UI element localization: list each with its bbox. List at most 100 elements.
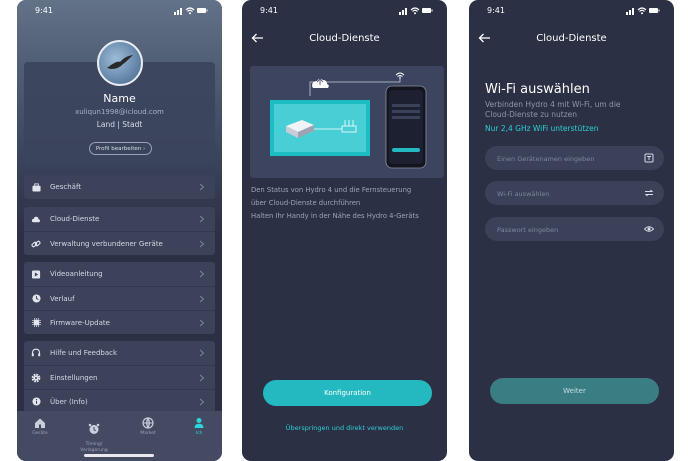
link-icon: [31, 239, 41, 249]
signal-wifi-battery-icon: [174, 7, 208, 15]
menu-group-business: Geschäft: [24, 175, 215, 199]
chevron-right-icon: [199, 295, 205, 303]
nav-label: Timing/ Verlagerung: [80, 442, 108, 453]
nav-me[interactable]: Ich: [179, 417, 219, 436]
status-time: 9:41: [487, 6, 505, 15]
chevron-right-icon: ›: [142, 146, 146, 152]
menu-item-cloud-services[interactable]: Cloud-Dienste: [24, 207, 215, 231]
edit-profile-label: Profil bearbeiten: [95, 146, 142, 152]
chevron-right-icon: [199, 240, 205, 248]
smartphone-image: [385, 85, 427, 169]
nav-label: Geräte: [32, 431, 48, 436]
eye-icon[interactable]: [644, 224, 654, 234]
edit-profile-button[interactable]: Profil bearbeiten ›: [89, 142, 152, 155]
chevron-right-icon: [199, 349, 205, 357]
text-field-icon: [644, 153, 654, 163]
status-time: 9:41: [35, 6, 53, 15]
menu-label: Geschäft: [50, 183, 82, 191]
nav-label: Ich: [195, 431, 203, 436]
menu-label: Verlauf: [50, 294, 75, 303]
wifi-subtitle-line-2: Cloud-Dienste zu nutzen: [485, 110, 578, 119]
status-bar: 9:41: [242, 0, 447, 22]
play-video-icon: [31, 269, 41, 279]
signal-wifi-battery-icon: [399, 7, 433, 15]
headset-icon: [31, 348, 41, 358]
password-input[interactable]: [495, 217, 639, 243]
description-line-3: Halten Ihr Handy in der Nähe des Hydro 4…: [251, 212, 419, 220]
chevron-right-icon: [199, 398, 205, 406]
menu-label: Firmware-Update: [50, 318, 110, 327]
device-name-input[interactable]: [495, 146, 639, 172]
password-field: [485, 217, 664, 243]
status-bar: 9:41: [469, 0, 674, 22]
chevron-right-icon: [199, 270, 205, 278]
menu-group-media: Videoanleitung Verlauf Firmware-Update: [24, 262, 215, 334]
cloud-services-screen: 9:41 Cloud-Dienste Den Status von Hydro …: [242, 0, 447, 461]
swap-arrows-icon[interactable]: [644, 188, 654, 198]
gear-icon: [31, 373, 41, 383]
status-bar: 9:41: [17, 0, 222, 22]
menu-item-about[interactable]: Über (Info): [24, 389, 215, 413]
alarm-clock-icon: [88, 423, 100, 434]
cloud-icon: [31, 214, 41, 224]
profile-email: xuliqun1998@icloud.com: [75, 108, 164, 116]
menu-item-business[interactable]: Geschäft: [24, 175, 215, 199]
wifi-heading: Wi-Fi auswählen: [485, 82, 590, 97]
wifi-subtitle-line-1: Verbinden Hydro 4 mit Wi-Fi, um die: [485, 100, 621, 109]
menu-item-settings[interactable]: Einstellungen: [24, 365, 215, 389]
cloud-illustration: [250, 66, 444, 178]
menu-item-help-feedback[interactable]: Hilfe und Feedback: [24, 341, 215, 365]
info-icon: [31, 397, 41, 407]
navigation-header: Cloud-Dienste: [242, 28, 447, 50]
menu-label: Hilfe und Feedback: [50, 349, 118, 357]
page-title: Cloud-Dienste: [536, 33, 607, 44]
menu-item-video-guide[interactable]: Videoanleitung: [24, 262, 215, 286]
status-time: 9:41: [260, 6, 278, 15]
device-connection-image: [270, 72, 427, 169]
skip-link[interactable]: Überspringen und direkt verwenden: [242, 424, 447, 432]
menu-label: Cloud-Dienste: [50, 215, 100, 223]
clock-icon: [31, 294, 41, 304]
nav-devices[interactable]: Geräte: [20, 417, 60, 436]
navigation-header: Cloud-Dienste: [469, 28, 674, 50]
avatar[interactable]: [97, 40, 143, 86]
menu-label: Verwaltung verbundener Geräte: [50, 239, 163, 248]
briefcase-icon: [31, 182, 41, 192]
wifi-select-field[interactable]: [485, 181, 664, 207]
chevron-right-icon: [199, 374, 205, 382]
profile-location: Land | Stadt: [96, 120, 143, 129]
menu-label: Einstellungen: [50, 373, 98, 382]
nav-label: Market: [140, 431, 156, 436]
bottom-navigation: Geräte Timing/ Verlagerung Market Ich: [17, 411, 222, 461]
wifi-select-screen: 9:41 Cloud-Dienste Wi-Fi auswählen Verbi…: [469, 0, 674, 461]
home-icon: [35, 418, 45, 428]
chevron-right-icon: [199, 319, 205, 327]
description-line-1: Den Status von Hydro 4 und die Fernsteue…: [251, 186, 412, 194]
globe-icon: [142, 417, 154, 429]
menu-group-support: Hilfe und Feedback Einstellungen Über (I…: [24, 341, 215, 413]
menu-item-firmware-update[interactable]: Firmware-Update: [24, 310, 215, 334]
bird-image: [107, 55, 133, 69]
next-button[interactable]: Weiter: [490, 378, 659, 404]
nav-market[interactable]: Market: [128, 417, 168, 436]
nav-timing[interactable]: Timing/ Verlagerung: [74, 417, 114, 453]
description-line-2: über Cloud-Dienste durchführen: [251, 199, 361, 207]
menu-label: Über (Info): [50, 397, 88, 406]
profile-screen: 9:41 Name xuliqun1998@icloud.com Land | …: [17, 0, 222, 461]
menu-item-history[interactable]: Verlauf: [24, 286, 215, 310]
menu-label: Videoanleitung: [50, 270, 103, 278]
chevron-right-icon: [199, 215, 205, 223]
home-indicator: [84, 454, 154, 457]
device-name-field: [485, 146, 664, 172]
menu-group-cloud: Cloud-Dienste Verwaltung verbundener Ger…: [24, 207, 215, 255]
chip-icon: [31, 318, 41, 328]
signal-wifi-battery-icon: [626, 7, 660, 15]
wifi-band-hint: Nur 2,4 GHz WiFi unterstützen: [485, 124, 599, 133]
menu-item-connected-devices[interactable]: Verwaltung verbundener Geräte: [24, 231, 215, 255]
configuration-button[interactable]: Konfiguration: [263, 380, 432, 406]
profile-name: Name: [103, 92, 136, 105]
person-icon: [194, 418, 204, 428]
page-title: Cloud-Dienste: [309, 33, 380, 44]
wifi-select-input[interactable]: [495, 181, 639, 207]
chevron-right-icon: [199, 183, 205, 191]
